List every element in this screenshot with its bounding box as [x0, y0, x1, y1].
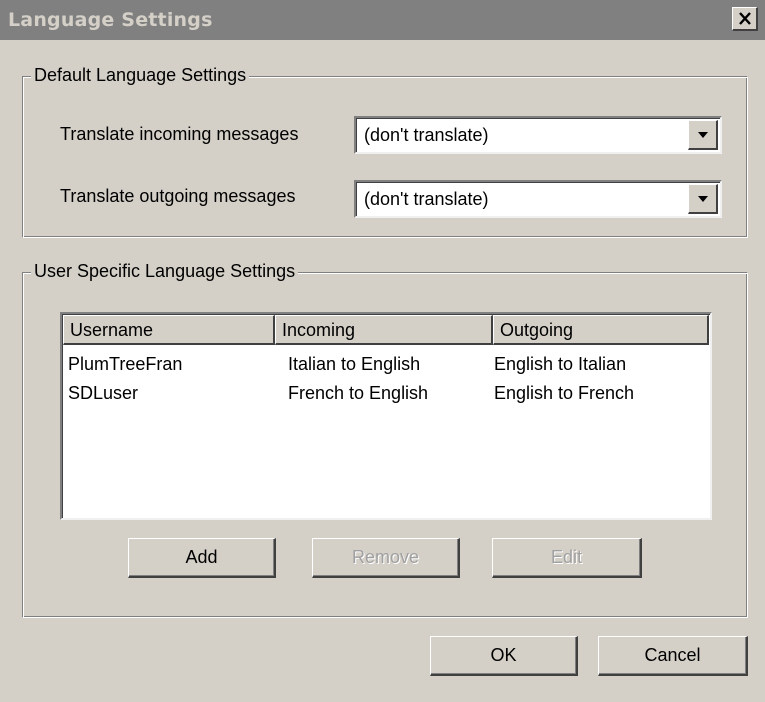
outgoing-language-select[interactable]: (don't translate)	[354, 180, 722, 218]
default-language-legend: Default Language Settings	[31, 65, 250, 86]
title-bar[interactable]: Language Settings	[0, 0, 765, 40]
user-language-list[interactable]: Username Incoming Outgoing PlumTreeFran …	[60, 312, 712, 520]
chevron-down-icon	[697, 195, 708, 202]
add-button[interactable]: Add	[128, 538, 276, 578]
window-title: Language Settings	[8, 9, 213, 31]
incoming-language-value: (don't translate)	[364, 125, 489, 145]
outgoing-label: Translate outgoing messages	[60, 186, 296, 206]
incoming-dropdown-button[interactable]	[688, 120, 718, 150]
outgoing-dropdown-button[interactable]	[688, 184, 718, 214]
user-specific-language-legend: User Specific Language Settings	[31, 261, 299, 282]
language-settings-dialog: Language Settings Default Language Setti…	[0, 0, 765, 702]
edit-button[interactable]: Edit	[492, 538, 642, 578]
column-header-incoming[interactable]: Incoming	[275, 315, 493, 345]
column-header-username[interactable]: Username	[63, 315, 275, 345]
remove-button[interactable]: Remove	[312, 538, 460, 578]
incoming-label: Translate incoming messages	[60, 124, 299, 144]
cancel-button[interactable]: Cancel	[598, 636, 748, 676]
ok-button[interactable]: OK	[430, 636, 578, 676]
row-incoming: French to English	[288, 383, 429, 403]
incoming-language-select[interactable]: (don't translate)	[354, 116, 722, 154]
outgoing-language-value: (don't translate)	[364, 189, 489, 209]
close-icon	[738, 12, 751, 25]
row-incoming: Italian to English	[288, 354, 421, 374]
row-username: PlumTreeFran	[68, 354, 183, 374]
row-outgoing: English to French	[494, 383, 635, 403]
row-username: SDLuser	[68, 383, 139, 403]
column-header-outgoing[interactable]: Outgoing	[493, 315, 709, 345]
row-outgoing: English to Italian	[494, 354, 627, 374]
close-button[interactable]	[732, 7, 758, 31]
chevron-down-icon	[697, 131, 708, 138]
